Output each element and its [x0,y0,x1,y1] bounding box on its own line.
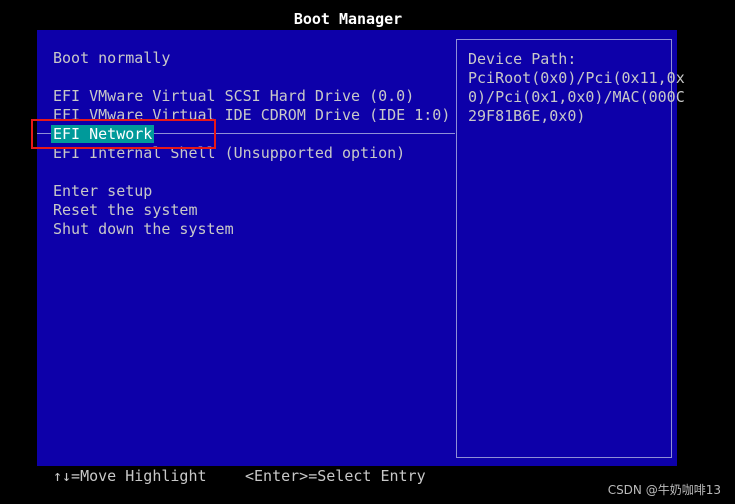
window-title: Boot Manager [293,10,403,28]
device-path-panel: Device Path: PciRoot(0x0)/Pci(0x11,0x 0)… [456,39,685,458]
menu-item-scsi-hard-drive[interactable]: EFI VMware Virtual SCSI Hard Drive (0.0) [53,87,414,105]
device-path-line: 0)/Pci(0x1,0x0)/MAC(000C [468,88,685,106]
device-path-line: PciRoot(0x0)/Pci(0x11,0x [468,69,685,87]
menu-item-shut-down[interactable]: Shut down the system [53,220,234,238]
boot-menu-panel: Boot normally EFI VMware Virtual SCSI Ha… [37,30,685,466]
annotation-highlight-box [31,119,216,149]
watermark: CSDN @牛奶咖啡13 [607,483,721,497]
menu-item-reset-system[interactable]: Reset the system [53,201,198,219]
device-path-line: 29F81B6E,0x0) [468,107,586,125]
footer-select-hint: <Enter>=Select Entry [245,467,426,485]
footer-move-hint: ↑↓=Move Highlight [53,467,207,485]
device-path-heading: Device Path: [468,50,577,68]
menu-item-enter-setup[interactable]: Enter setup [53,182,152,200]
menu-item-boot-normally[interactable]: Boot normally [53,49,170,67]
